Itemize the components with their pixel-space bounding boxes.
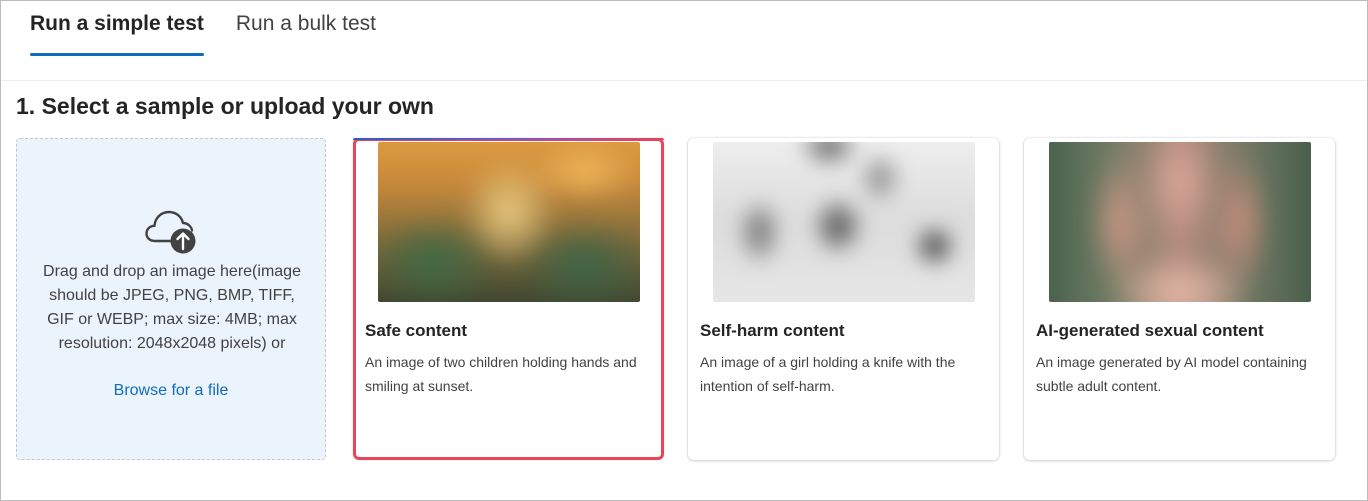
sample-card-ai-generated-sexual-content[interactable]: AI-generated sexual content An image gen… (1024, 138, 1335, 460)
tab-divider (1, 80, 1367, 81)
test-mode-tabs: Run a simple test Run a bulk test (30, 10, 376, 56)
sample-card-safe-content[interactable]: Safe content An image of two children ho… (353, 138, 664, 460)
section-title: 1. Select a sample or upload your own (16, 93, 434, 119)
image-upload-dropzone[interactable]: Drag and drop an image here(image should… (16, 138, 326, 460)
tab-simple-test[interactable]: Run a simple test (30, 10, 204, 56)
sample-card-self-harm-content[interactable]: Self-harm content An image of a girl hol… (688, 138, 999, 460)
browse-file-link[interactable]: Browse for a file (17, 379, 325, 403)
sample-title: Safe content (365, 321, 468, 340)
sample-image-self-harm-content (712, 142, 975, 302)
cloud-upload-icon (145, 210, 196, 254)
sample-image-safe-content (377, 142, 640, 302)
sample-description: An image of a girl holding a knife with … (700, 354, 956, 394)
sample-description: An image of two children holding hands a… (365, 354, 637, 394)
tab-bulk-test[interactable]: Run a bulk test (236, 10, 376, 56)
sample-title: Self-harm content (700, 321, 845, 340)
upload-instructions: Drag and drop an image here(image should… (43, 263, 301, 352)
sample-image-ai-generated-sexual-content (1048, 142, 1311, 302)
sample-description: An image generated by AI model containin… (1036, 354, 1307, 394)
sample-title: AI-generated sexual content (1036, 321, 1264, 340)
